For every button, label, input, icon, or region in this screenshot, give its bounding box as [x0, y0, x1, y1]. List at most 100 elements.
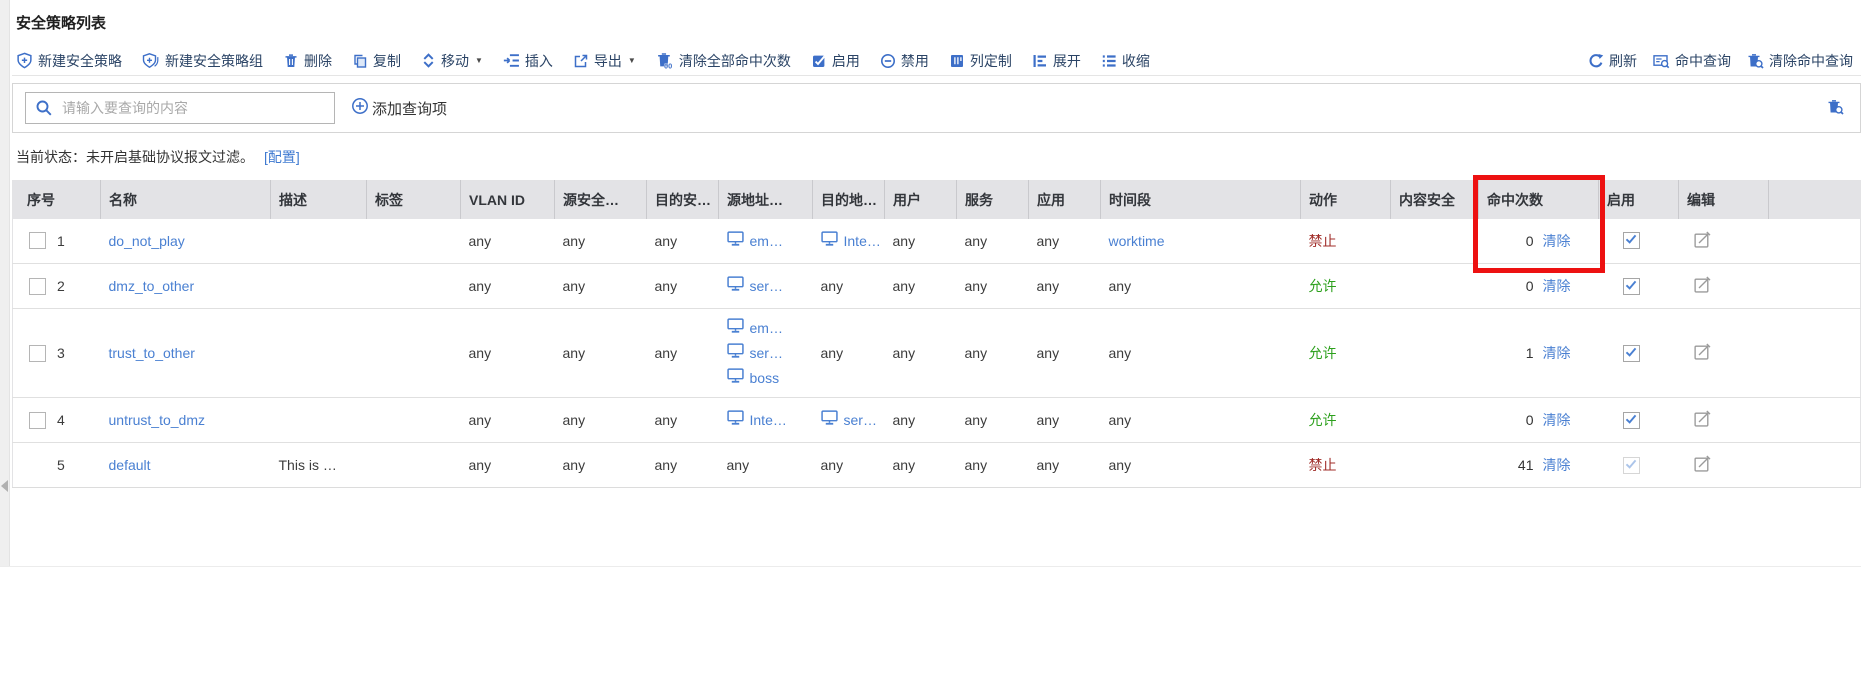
- app-cell: any: [1029, 398, 1101, 443]
- policy-name-link[interactable]: dmz_to_other: [109, 278, 195, 294]
- new-policy-button[interactable]: 新建安全策略: [16, 51, 122, 71]
- clear-hits-link[interactable]: 清除: [1543, 231, 1571, 251]
- row-checkbox[interactable]: [29, 412, 46, 429]
- address-link[interactable]: em…: [750, 230, 783, 252]
- hit-query-button[interactable]: 命中查询: [1653, 51, 1731, 71]
- expand-button[interactable]: 展开: [1032, 51, 1081, 71]
- button-label: 展开: [1053, 51, 1081, 71]
- address-link[interactable]: ser…: [750, 342, 783, 364]
- src-zone-cell: any: [555, 443, 647, 488]
- edit-cell: [1679, 398, 1769, 443]
- collapse-arrow-icon[interactable]: [1, 480, 8, 492]
- enable-checkbox: [1623, 457, 1640, 474]
- panel-search-icon: [1653, 53, 1670, 69]
- filler-cell: [1769, 443, 1861, 488]
- row-checkbox[interactable]: [29, 278, 46, 295]
- address-entry[interactable]: ser…: [821, 409, 877, 431]
- address-entry[interactable]: ser…: [727, 342, 805, 364]
- address-entry[interactable]: em…: [727, 317, 805, 339]
- config-link[interactable]: [配置]: [264, 149, 300, 165]
- address-link[interactable]: em…: [750, 317, 783, 339]
- row-checkbox[interactable]: [29, 345, 46, 362]
- enable-checkbox[interactable]: [1623, 232, 1640, 249]
- edit-button[interactable]: [1693, 275, 1712, 297]
- edit-button[interactable]: [1693, 409, 1712, 431]
- address-list: em…: [727, 230, 805, 252]
- refresh-button[interactable]: 刷新: [1588, 51, 1637, 71]
- copy-button[interactable]: 复制: [352, 51, 401, 71]
- table-row-5: 5defaultThis is …anyanyanyanyanyanyanyan…: [13, 443, 1861, 488]
- address-link[interactable]: ser…: [844, 409, 877, 431]
- search-panel: 添加查询项: [12, 83, 1861, 133]
- delete-button[interactable]: 删除: [283, 51, 332, 71]
- clear-hits-link[interactable]: 清除: [1543, 410, 1571, 430]
- service-cell: any: [957, 219, 1029, 264]
- address-entry[interactable]: ser…: [727, 275, 805, 297]
- clear-query-filter-icon[interactable]: [1827, 99, 1844, 120]
- address-link[interactable]: Inte…: [844, 230, 881, 252]
- enable-checkbox[interactable]: [1623, 345, 1640, 362]
- new-policy-group-button[interactable]: 新建安全策略组: [142, 51, 263, 71]
- time-link[interactable]: worktime: [1109, 233, 1165, 249]
- edit-button[interactable]: [1693, 342, 1712, 364]
- insert-icon: [503, 52, 520, 69]
- monitor-icon: [821, 230, 838, 252]
- enable-cell: [1599, 264, 1679, 309]
- disable-button[interactable]: 禁用: [880, 51, 929, 71]
- table-row-2: 2dmz_to_otheranyanyanyser…anyanyanyanyan…: [13, 264, 1861, 309]
- enable-checkbox[interactable]: [1623, 278, 1640, 295]
- seq-cell-inner: 4: [21, 412, 93, 429]
- name-cell: dmz_to_other: [101, 264, 271, 309]
- move-dropdown-button[interactable]: 移动: [421, 51, 483, 71]
- export-dropdown-button[interactable]: 导出: [573, 51, 636, 71]
- filler-cell: [1769, 309, 1861, 398]
- address-link[interactable]: ser…: [750, 275, 783, 297]
- copy-icon: [352, 53, 368, 69]
- edit-button[interactable]: [1693, 230, 1712, 252]
- address-link[interactable]: Inte…: [750, 409, 787, 431]
- policy-name-link[interactable]: trust_to_other: [109, 345, 195, 361]
- collapse-button[interactable]: 收缩: [1101, 51, 1150, 71]
- button-label: 清除命中查询: [1769, 51, 1853, 71]
- hit-count-cell: 0清除: [1479, 398, 1599, 443]
- edit-button[interactable]: [1693, 454, 1712, 476]
- name-cell: default: [101, 443, 271, 488]
- address-entry[interactable]: boss: [727, 367, 805, 389]
- address-list: em… ser… boss: [727, 311, 805, 395]
- column-header-1: 序号: [13, 181, 101, 219]
- column-customize-button[interactable]: 列定制: [949, 51, 1012, 71]
- button-label: 收缩: [1122, 51, 1150, 71]
- clear-hits-link[interactable]: 清除: [1543, 276, 1571, 296]
- enable-button[interactable]: 启用: [811, 51, 860, 71]
- insert-button[interactable]: 插入: [503, 51, 553, 71]
- clear-hit-query-button[interactable]: 清除命中查询: [1747, 51, 1853, 71]
- main-content: 安全策略列表 新建安全策略 新建安全策略组 删除 复制 移动: [12, 0, 1861, 488]
- vlan-cell: any: [461, 219, 555, 264]
- seq-cell: 2: [13, 264, 101, 309]
- clear-hits-link[interactable]: 清除: [1543, 343, 1571, 363]
- address-entry[interactable]: em…: [727, 230, 805, 252]
- user-cell: any: [885, 398, 957, 443]
- add-query-item-button[interactable]: 添加查询项: [351, 97, 447, 119]
- address-entry[interactable]: Inte…: [821, 230, 877, 252]
- left-collapse-strip[interactable]: [0, 0, 10, 567]
- policy-name-link[interactable]: default: [109, 457, 151, 473]
- clear-hits-link[interactable]: 清除: [1543, 455, 1571, 475]
- address-link[interactable]: boss: [750, 367, 780, 389]
- policy-name-link[interactable]: do_not_play: [109, 233, 185, 249]
- column-header-8: 源地址…: [719, 181, 813, 219]
- enable-checkbox[interactable]: [1623, 412, 1640, 429]
- edit-icon: [1693, 275, 1712, 297]
- button-label: 禁用: [901, 51, 929, 71]
- tag-cell: [367, 443, 461, 488]
- edit-icon: [1693, 454, 1712, 476]
- hits-cell-inner: 0清除: [1487, 410, 1591, 430]
- clear-all-hits-button[interactable]: 00 清除全部命中次数: [656, 51, 791, 71]
- policy-name-link[interactable]: untrust_to_dmz: [109, 412, 206, 428]
- row-checkbox[interactable]: [29, 232, 46, 249]
- address-entry[interactable]: Inte…: [727, 409, 805, 431]
- search-input[interactable]: [25, 92, 335, 124]
- button-label: 刷新: [1609, 51, 1637, 71]
- shield-group-plus-icon: [142, 52, 160, 69]
- column-header-3: 描述: [271, 181, 367, 219]
